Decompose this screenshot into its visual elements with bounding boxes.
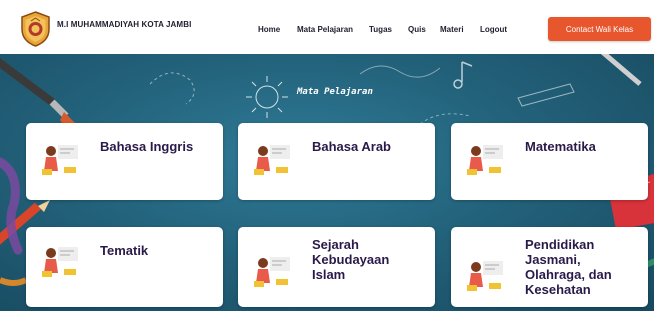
contact-wali-kelas-button[interactable]: Contact Wali Kelas xyxy=(548,17,651,41)
teacher-illustration-icon xyxy=(42,247,78,277)
section-title: Mata Pelajaran xyxy=(297,87,373,97)
nav-materi[interactable]: Materi xyxy=(440,25,464,34)
subject-card-sejarah-kebudayaan-islam[interactable]: Sejarah Kebudayaan Islam xyxy=(238,227,435,307)
nav-mata-pelajaran[interactable]: Mata Pelajaran xyxy=(297,25,353,34)
pencil-top-right-icon xyxy=(600,54,642,86)
nav-logout[interactable]: Logout xyxy=(480,25,507,34)
hero-section: Mata Pelajaran Bahasa Inggris Bahasa Ara… xyxy=(0,54,654,311)
subject-card-pjok[interactable]: Pendidikan Jasmani, Olahraga, dan Keseha… xyxy=(451,227,648,307)
nav-home[interactable]: Home xyxy=(258,25,280,34)
subject-card-matematika[interactable]: Matematika xyxy=(451,123,648,200)
subject-label: Tematik xyxy=(100,243,149,258)
teacher-illustration-icon xyxy=(42,145,78,175)
subject-label: Pendidikan Jasmani, Olahraga, dan Keseha… xyxy=(525,237,612,297)
subject-label: Sejarah Kebudayaan Islam xyxy=(312,237,390,282)
teacher-illustration-icon xyxy=(254,145,290,175)
subject-card-bahasa-inggris[interactable]: Bahasa Inggris xyxy=(26,123,223,200)
nav-tugas[interactable]: Tugas xyxy=(369,25,392,34)
subject-card-tematik[interactable]: Tematik xyxy=(26,227,223,307)
subject-label: Bahasa Inggris xyxy=(100,139,194,154)
subject-label: Bahasa Arab xyxy=(312,139,391,154)
top-navbar: M.I MUHAMMADIYAH KOTA JAMBI Home Mata Pe… xyxy=(0,0,654,54)
teacher-illustration-icon xyxy=(467,145,503,175)
nav-quis[interactable]: Quis xyxy=(408,25,426,34)
pencil-doodle-icon xyxy=(517,83,575,107)
subject-label: Matematika xyxy=(525,139,596,154)
music-note-icon xyxy=(453,61,473,89)
sun-doodle-icon xyxy=(246,76,288,118)
subject-card-bahasa-arab[interactable]: Bahasa Arab xyxy=(238,123,435,200)
brand-name: M.I MUHAMMADIYAH KOTA JAMBI xyxy=(57,20,192,29)
school-logo-icon[interactable] xyxy=(20,11,51,47)
teacher-illustration-icon xyxy=(254,257,290,287)
teacher-illustration-icon xyxy=(467,261,503,291)
